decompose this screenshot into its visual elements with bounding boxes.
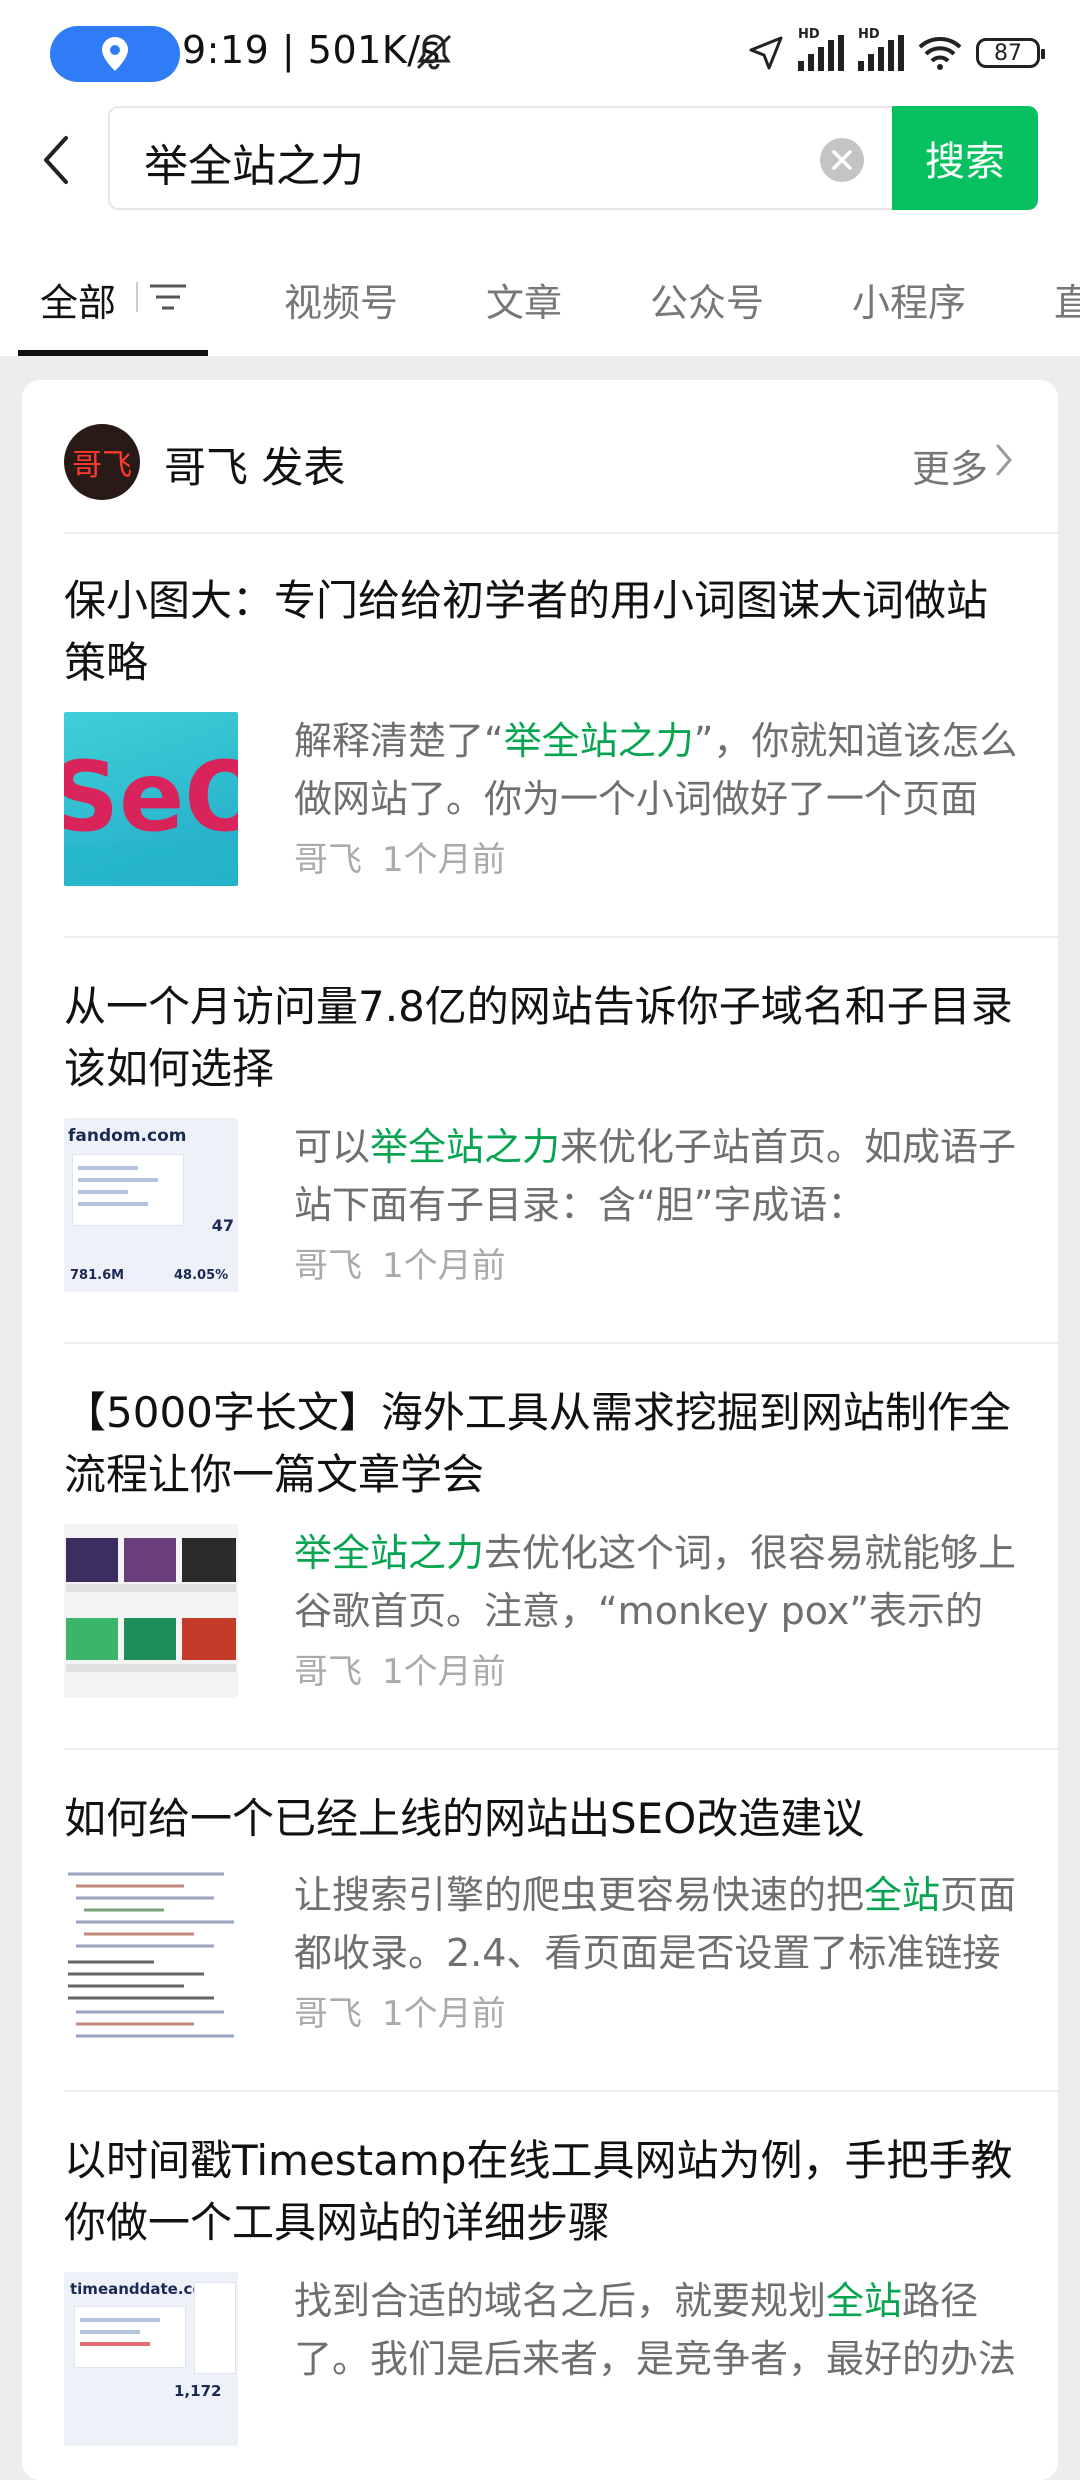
divider — [64, 532, 1058, 534]
tab-articles[interactable]: 文章 — [486, 272, 562, 327]
location-indicator — [50, 26, 180, 82]
tab-mini-programs[interactable]: 小程序 — [852, 272, 966, 327]
article-time: 1个月前 — [382, 1246, 506, 1286]
article-thumbnail[interactable]: fandom.com 47 781.6M 48.05% — [64, 1118, 238, 1292]
article-snippet: 找到合适的域名之后，就要规划全站路径了。我们是后来者，是竞争者，最好的办法 — [294, 2279, 1017, 2381]
more-link[interactable]: 更多 — [912, 438, 988, 493]
divider — [64, 2090, 1058, 2092]
seo-3d-letters-image: SeO — [64, 741, 238, 886]
divider — [64, 1748, 1058, 1750]
tab-official-accounts[interactable]: 公众号 — [650, 272, 764, 327]
results-card: 哥飞 哥飞 发表 更多 保小图大：专门给给初学者的用小词图谋大词做站策略 SeO… — [22, 380, 1058, 2480]
article-thumbnail[interactable] — [64, 1866, 238, 2040]
article-author: 哥飞 — [294, 840, 362, 880]
search-button[interactable]: 搜索 — [892, 106, 1038, 210]
article-title[interactable]: 保小图大：专门给给初学者的用小词图谋大词做站策略 — [64, 570, 1016, 694]
article-time: 1个月前 — [382, 840, 506, 880]
thumb-site: fandom.com — [68, 1126, 187, 1146]
article-title[interactable]: 如何给一个已经上线的网站出SEO改造建议 — [64, 1788, 1016, 1850]
account-header[interactable]: 哥飞 哥飞 发表 更多 — [22, 380, 1058, 532]
network-type-1: HD — [798, 27, 820, 42]
tab-bar: 全部 视频号 文章 公众号 小程序 直 — [0, 262, 1080, 356]
article-author: 哥飞 — [294, 1246, 362, 1286]
bell-mute-icon — [416, 34, 452, 70]
article-snippet: 解释清楚了“举全站之力”，你就知道该怎么做网站了。你为一个小词做好了一个页面 — [294, 719, 1018, 821]
divider — [64, 936, 1058, 938]
divider — [136, 282, 138, 312]
network-type-2: HD — [858, 27, 880, 42]
battery-indicator: 87 — [976, 38, 1045, 68]
article-title[interactable]: 以时间戳Timestamp在线工具网站为例，手把手教你做一个工具网站的详细步骤 — [64, 2130, 1016, 2254]
article-thumbnail[interactable]: SeO — [64, 712, 238, 886]
article-author: 哥飞 — [294, 1652, 362, 1692]
article-meta: 哥飞 1个月前 — [294, 1986, 506, 2035]
filter-icon[interactable] — [148, 280, 188, 314]
thumb-stat: 47 — [211, 1216, 234, 1235]
location-pin-icon — [102, 37, 128, 71]
chevron-right-icon[interactable] — [994, 442, 1014, 478]
article-thumbnail[interactable] — [64, 1524, 238, 1698]
search-input[interactable]: 举全站之力 — [108, 106, 894, 210]
code-screenshot-image — [68, 1872, 234, 2038]
divider — [64, 1342, 1058, 1344]
article-meta: 哥飞 1个月前 — [294, 1644, 506, 1693]
article-snippet: 可以举全站之力来优化子站首页。如成语子站下面有子目录：含“胆”字成语： — [294, 1125, 1017, 1227]
article-snippet: 举全站之力去优化这个词，很容易就能够上谷歌首页。注意，“monkey pox”表… — [294, 1531, 1017, 1633]
status-bar: 9:19 | 501K/s HD HD 87 — [0, 0, 1080, 100]
close-icon — [832, 150, 852, 170]
wifi-icon — [918, 37, 962, 70]
article-time: 1个月前 — [382, 1652, 506, 1692]
clear-search-button[interactable] — [820, 138, 864, 182]
thumb-stat: 1,172 — [174, 2382, 222, 2400]
time-and-speed: 9:19 | 501K/s — [182, 28, 441, 72]
article-meta: 哥飞 1个月前 — [294, 832, 506, 881]
active-tab-indicator — [18, 350, 208, 356]
article-title[interactable]: 从一个月访问量7.8亿的网站告诉你子域名和子目录该如何选择 — [64, 976, 1016, 1100]
signal-2-icon: HD — [858, 27, 904, 71]
article-time: 1个月前 — [382, 1994, 506, 2034]
avatar[interactable]: 哥飞 — [64, 424, 140, 500]
account-heading: 哥飞 发表 — [164, 443, 346, 492]
thumb-text: SeO — [64, 741, 238, 853]
thumb-stat: 781.6M — [70, 1268, 125, 1283]
article-thumbnail[interactable]: timeanddate.com 1,172 — [64, 2272, 238, 2446]
thumb-stat: 48.05% — [174, 1268, 229, 1283]
tab-all[interactable]: 全部 — [40, 272, 116, 327]
article-meta: 哥飞 1个月前 — [294, 1238, 506, 1287]
article-title[interactable]: 【5000字长文】海外工具从需求挖掘到网站制作全流程让你一篇文章学会 — [64, 1382, 1016, 1506]
signal-1-icon: HD — [798, 27, 844, 71]
article-snippet: 让搜索引擎的爬虫更容易快速的把全站页面都收录。2.4、看页面是否设置了标准链接 — [294, 1873, 1017, 1975]
tab-live[interactable]: 直 — [1054, 272, 1080, 327]
search-query: 举全站之力 — [144, 141, 364, 192]
article-author: 哥飞 — [294, 1994, 362, 2034]
back-button[interactable] — [36, 130, 76, 190]
navigation-arrow-icon — [749, 36, 783, 70]
tab-channels[interactable]: 视频号 — [284, 272, 398, 327]
